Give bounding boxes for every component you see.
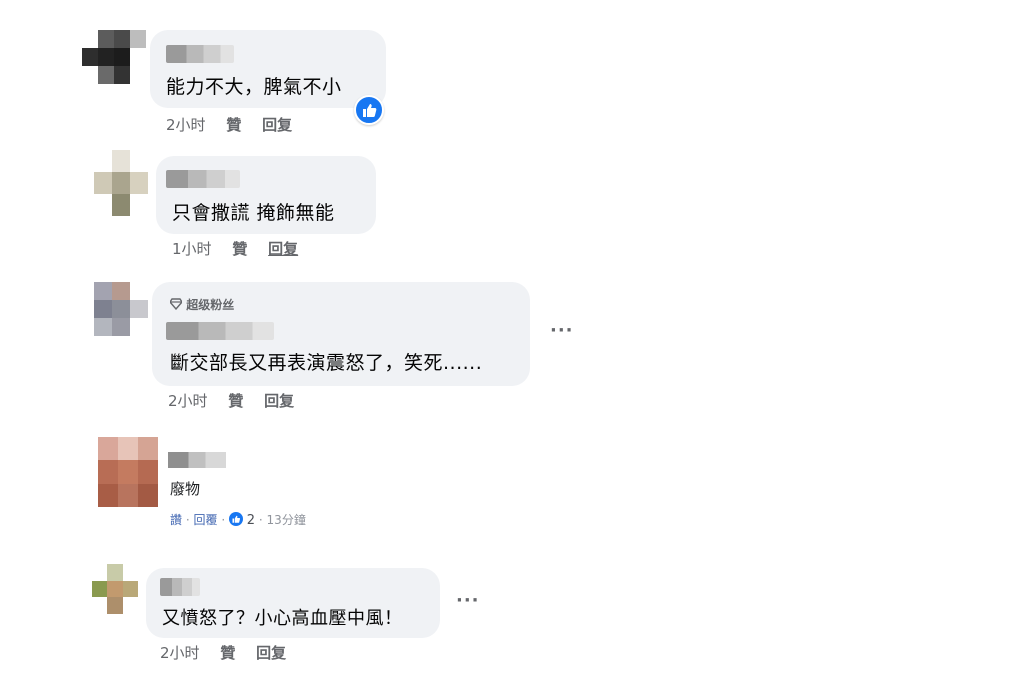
commenter-name[interactable] <box>166 45 234 63</box>
diamond-icon <box>169 298 183 311</box>
fan-badge-label: 超级粉丝 <box>186 298 235 312</box>
comment-meta: 2小时 贊 回复 <box>168 390 294 411</box>
separator: · <box>221 513 229 527</box>
comment-meta: 讚 · 回覆 · 2 · 13分鐘 <box>170 511 306 528</box>
commenter-name[interactable] <box>168 452 226 468</box>
avatar[interactable] <box>82 30 146 84</box>
like-button[interactable]: 贊 <box>220 644 235 662</box>
reply-button[interactable]: 回复 <box>262 116 292 134</box>
like-button[interactable]: 讚 <box>170 513 182 527</box>
timestamp[interactable]: 2小时 <box>166 116 206 134</box>
avatar[interactable] <box>94 150 148 216</box>
comment-text: 只會撒謊 掩飾無能 <box>172 202 335 224</box>
comment-text: 能力不大，脾氣不小 <box>166 76 342 98</box>
fan-badge[interactable]: 超级粉丝 <box>169 296 235 313</box>
comment-text: 廢物 <box>170 480 201 498</box>
comment-bubble: 超级粉丝 斷交部長又再表演震怒了，笑死...... <box>152 282 530 386</box>
timestamp[interactable]: 2小时 <box>168 392 208 410</box>
timestamp[interactable]: 2小时 <box>160 644 200 662</box>
commenter-name[interactable] <box>160 578 200 596</box>
timestamp[interactable]: 13分鐘 <box>267 513 306 527</box>
comment-bubble: 又憤怒了？小心高血壓中風！ <box>146 568 440 638</box>
comment-bubble: 能力不大，脾氣不小 <box>150 30 386 108</box>
comment-meta: 2小时 贊 回复 <box>166 114 292 135</box>
avatar[interactable] <box>92 564 138 614</box>
reply-button[interactable]: 回覆 <box>193 513 217 527</box>
reply-button[interactable]: 回复 <box>256 644 286 662</box>
avatar[interactable] <box>98 437 158 507</box>
comment-text: 斷交部長又再表演震怒了，笑死...... <box>170 352 483 374</box>
reply-button[interactable]: 回复 <box>268 240 298 258</box>
like-button[interactable]: 贊 <box>226 116 241 134</box>
comment-bubble: 只會撒謊 掩飾無能 <box>156 156 376 234</box>
comment-text: 又憤怒了？小心高血壓中風！ <box>162 608 403 629</box>
like-button[interactable]: 贊 <box>228 392 243 410</box>
timestamp[interactable]: 1小时 <box>172 240 212 258</box>
avatar[interactable] <box>94 282 148 336</box>
reply-button[interactable]: 回复 <box>264 392 294 410</box>
more-options-icon[interactable]: ··· <box>456 590 480 611</box>
reaction-count[interactable]: 2 <box>247 513 255 528</box>
comment-meta: 2小时 贊 回复 <box>160 642 286 663</box>
thumbs-up-icon[interactable] <box>354 95 384 125</box>
thumbs-up-icon[interactable] <box>228 512 243 526</box>
comment-meta: 1小时 贊 回复 <box>172 238 298 259</box>
separator: · <box>258 513 267 527</box>
commenter-name[interactable] <box>166 170 240 188</box>
like-button[interactable]: 贊 <box>232 240 247 258</box>
more-options-icon[interactable]: ··· <box>550 320 574 341</box>
commenter-name[interactable] <box>166 322 274 340</box>
